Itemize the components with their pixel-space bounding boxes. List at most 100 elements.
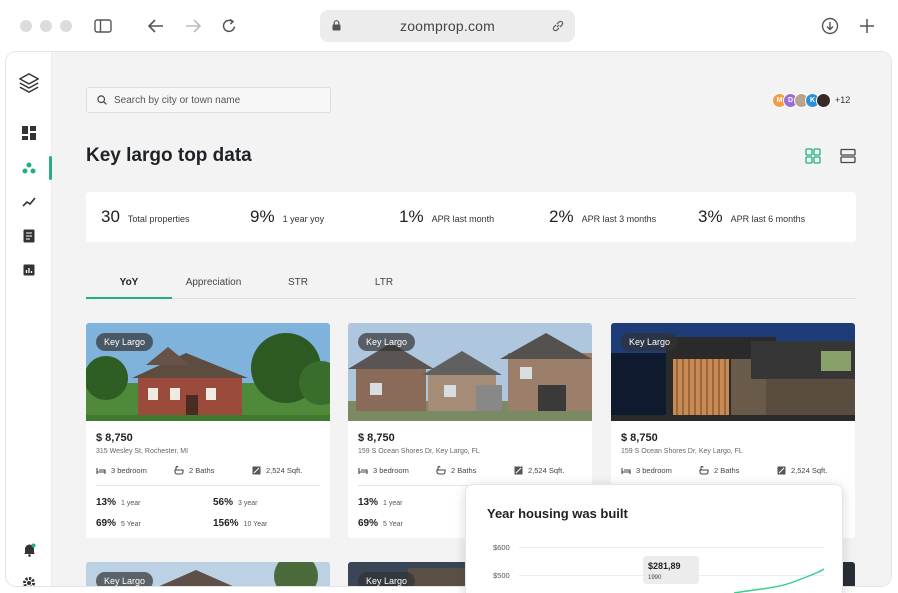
bathtub-icon xyxy=(699,466,709,475)
location-badge: Key Largo xyxy=(358,572,416,586)
url-text: zoomprop.com xyxy=(400,18,495,34)
forward-arrow-icon[interactable] xyxy=(182,15,204,37)
stat-apr-3-months: 2% APR last 3 months xyxy=(549,207,656,227)
stat-value: 9% xyxy=(250,207,275,226)
community-icon[interactable] xyxy=(18,157,40,179)
property-address: 159 S Ocean Shores Dr, Key Largo, FL xyxy=(621,448,743,455)
download-icon[interactable] xyxy=(819,15,841,37)
appreciation-1-year: 13% 1 year xyxy=(358,497,402,508)
sqft-info: 2,524 Sqft. xyxy=(252,466,302,475)
tooltip-value: $281,89 xyxy=(648,561,681,571)
notification-bell-icon[interactable] xyxy=(18,539,40,561)
bed-icon xyxy=(621,467,631,474)
metric-value: 13% xyxy=(358,497,379,508)
avatar-group[interactable]: M D K +12 xyxy=(772,92,850,108)
metric-label: 5 Year xyxy=(121,521,141,528)
page-title: Key largo top data xyxy=(86,145,252,166)
search-icon xyxy=(97,95,107,105)
location-badge: Key Largo xyxy=(96,572,154,586)
stat-yoy: 9% 1 year yoy xyxy=(250,207,324,227)
bath-info: 2 Baths xyxy=(436,466,476,475)
tab-yoy[interactable]: YoY xyxy=(86,277,172,288)
settings-icon[interactable] xyxy=(18,572,40,586)
stat-label: 1 year yoy xyxy=(282,214,325,224)
link-icon[interactable] xyxy=(551,19,565,33)
bathtub-icon xyxy=(436,466,446,475)
area-icon xyxy=(252,466,261,475)
bedroom-info: 3 bedroom xyxy=(96,466,147,475)
property-card[interactable]: Key Largo xyxy=(86,562,330,586)
reload-icon[interactable] xyxy=(218,15,240,37)
metric-label: 1 year xyxy=(121,500,141,507)
chart-icon[interactable] xyxy=(18,259,40,281)
sqft-value: 2,524 Sqft. xyxy=(791,466,828,475)
chart-tooltip: $281,89 1990 xyxy=(643,556,699,584)
browser-toolbar: zoomprop.com xyxy=(0,0,898,52)
sidebar-toggle-icon[interactable] xyxy=(92,15,114,37)
bath-info: 2 Baths xyxy=(174,466,214,475)
bath-count: 2 Baths xyxy=(714,466,740,475)
trend-icon[interactable] xyxy=(18,191,40,213)
property-card[interactable]: Key Largo $ 8,750 315 Wesley St, Rochest… xyxy=(86,323,330,538)
property-photo[interactable]: Key Largo xyxy=(348,323,592,421)
layers-logo-icon[interactable] xyxy=(18,72,40,94)
tab-appreciation[interactable]: Appreciation xyxy=(172,277,255,288)
window-close-button[interactable] xyxy=(20,20,32,32)
tab-bar: YoY Appreciation STR LTR xyxy=(86,270,856,299)
stats-bar: 30 Total properties 9% 1 year yoy 1% APR… xyxy=(86,192,856,242)
avatar[interactable] xyxy=(816,92,831,108)
bedroom-info: 3 bedroom xyxy=(621,466,672,475)
bath-count: 2 Baths xyxy=(189,466,215,475)
year-built-chart-card[interactable]: Year housing was built $600 $500 $281,89… xyxy=(465,484,843,593)
list-view-icon[interactable] xyxy=(840,148,856,164)
metric-label: 5 Year xyxy=(383,521,403,528)
appreciation-5-year: 69% 5 Year xyxy=(96,518,141,529)
window-maximize-button[interactable] xyxy=(60,20,72,32)
lock-icon xyxy=(332,20,341,31)
location-badge: Key Largo xyxy=(621,333,679,351)
area-icon xyxy=(777,466,786,475)
avatar-more-count[interactable]: +12 xyxy=(835,95,850,105)
stat-label: APR last month xyxy=(431,214,495,224)
stat-value: 3% xyxy=(698,207,723,226)
sqft-info: 2,524 Sqft. xyxy=(777,466,827,475)
grid-view-icon[interactable] xyxy=(805,148,821,164)
divider xyxy=(96,485,320,486)
tab-ltr[interactable]: LTR xyxy=(341,277,427,288)
stat-label: Total properties xyxy=(127,214,190,224)
property-price: $ 8,750 xyxy=(621,432,658,444)
metric-value: 69% xyxy=(96,518,117,529)
appreciation-5-year: 69% 5 Year xyxy=(358,518,403,529)
sidebar xyxy=(6,52,52,586)
property-photo[interactable]: Key Largo xyxy=(611,323,855,421)
new-tab-plus-icon[interactable] xyxy=(856,15,878,37)
bed-icon xyxy=(96,467,106,474)
stat-value: 2% xyxy=(549,207,574,226)
search-input[interactable]: Search by city or town name xyxy=(86,87,331,113)
metric-value: 156% xyxy=(213,518,239,529)
stat-value: 30 xyxy=(101,207,120,226)
location-badge: Key Largo xyxy=(358,333,416,351)
bedroom-count: 3 bedroom xyxy=(111,466,147,475)
metric-value: 56% xyxy=(213,497,234,508)
address-bar[interactable]: zoomprop.com xyxy=(320,10,575,42)
bath-info: 2 Baths xyxy=(699,466,739,475)
bath-count: 2 Baths xyxy=(451,466,477,475)
location-badge: Key Largo xyxy=(96,333,154,351)
bedroom-count: 3 bedroom xyxy=(373,466,409,475)
metric-label: 1 year xyxy=(383,500,403,507)
dashboard-icon[interactable] xyxy=(18,122,40,144)
stat-apr-6-months: 3% APR last 6 months xyxy=(698,207,805,227)
tab-str[interactable]: STR xyxy=(255,277,341,288)
window-minimize-button[interactable] xyxy=(40,20,52,32)
back-arrow-icon[interactable] xyxy=(145,15,167,37)
sqft-info: 2,524 Sqft. xyxy=(514,466,564,475)
stat-label: APR last 3 months xyxy=(581,214,657,224)
appreciation-10-year: 156% 10 Year xyxy=(213,518,267,529)
metric-value: 69% xyxy=(358,518,379,529)
property-address: 159 S Ocean Shores Dr, Key Largo, FL xyxy=(358,448,480,455)
metric-value: 13% xyxy=(96,497,117,508)
property-photo[interactable]: Key Largo xyxy=(86,323,330,421)
document-icon[interactable] xyxy=(18,225,40,247)
search-placeholder: Search by city or town name xyxy=(114,94,241,106)
